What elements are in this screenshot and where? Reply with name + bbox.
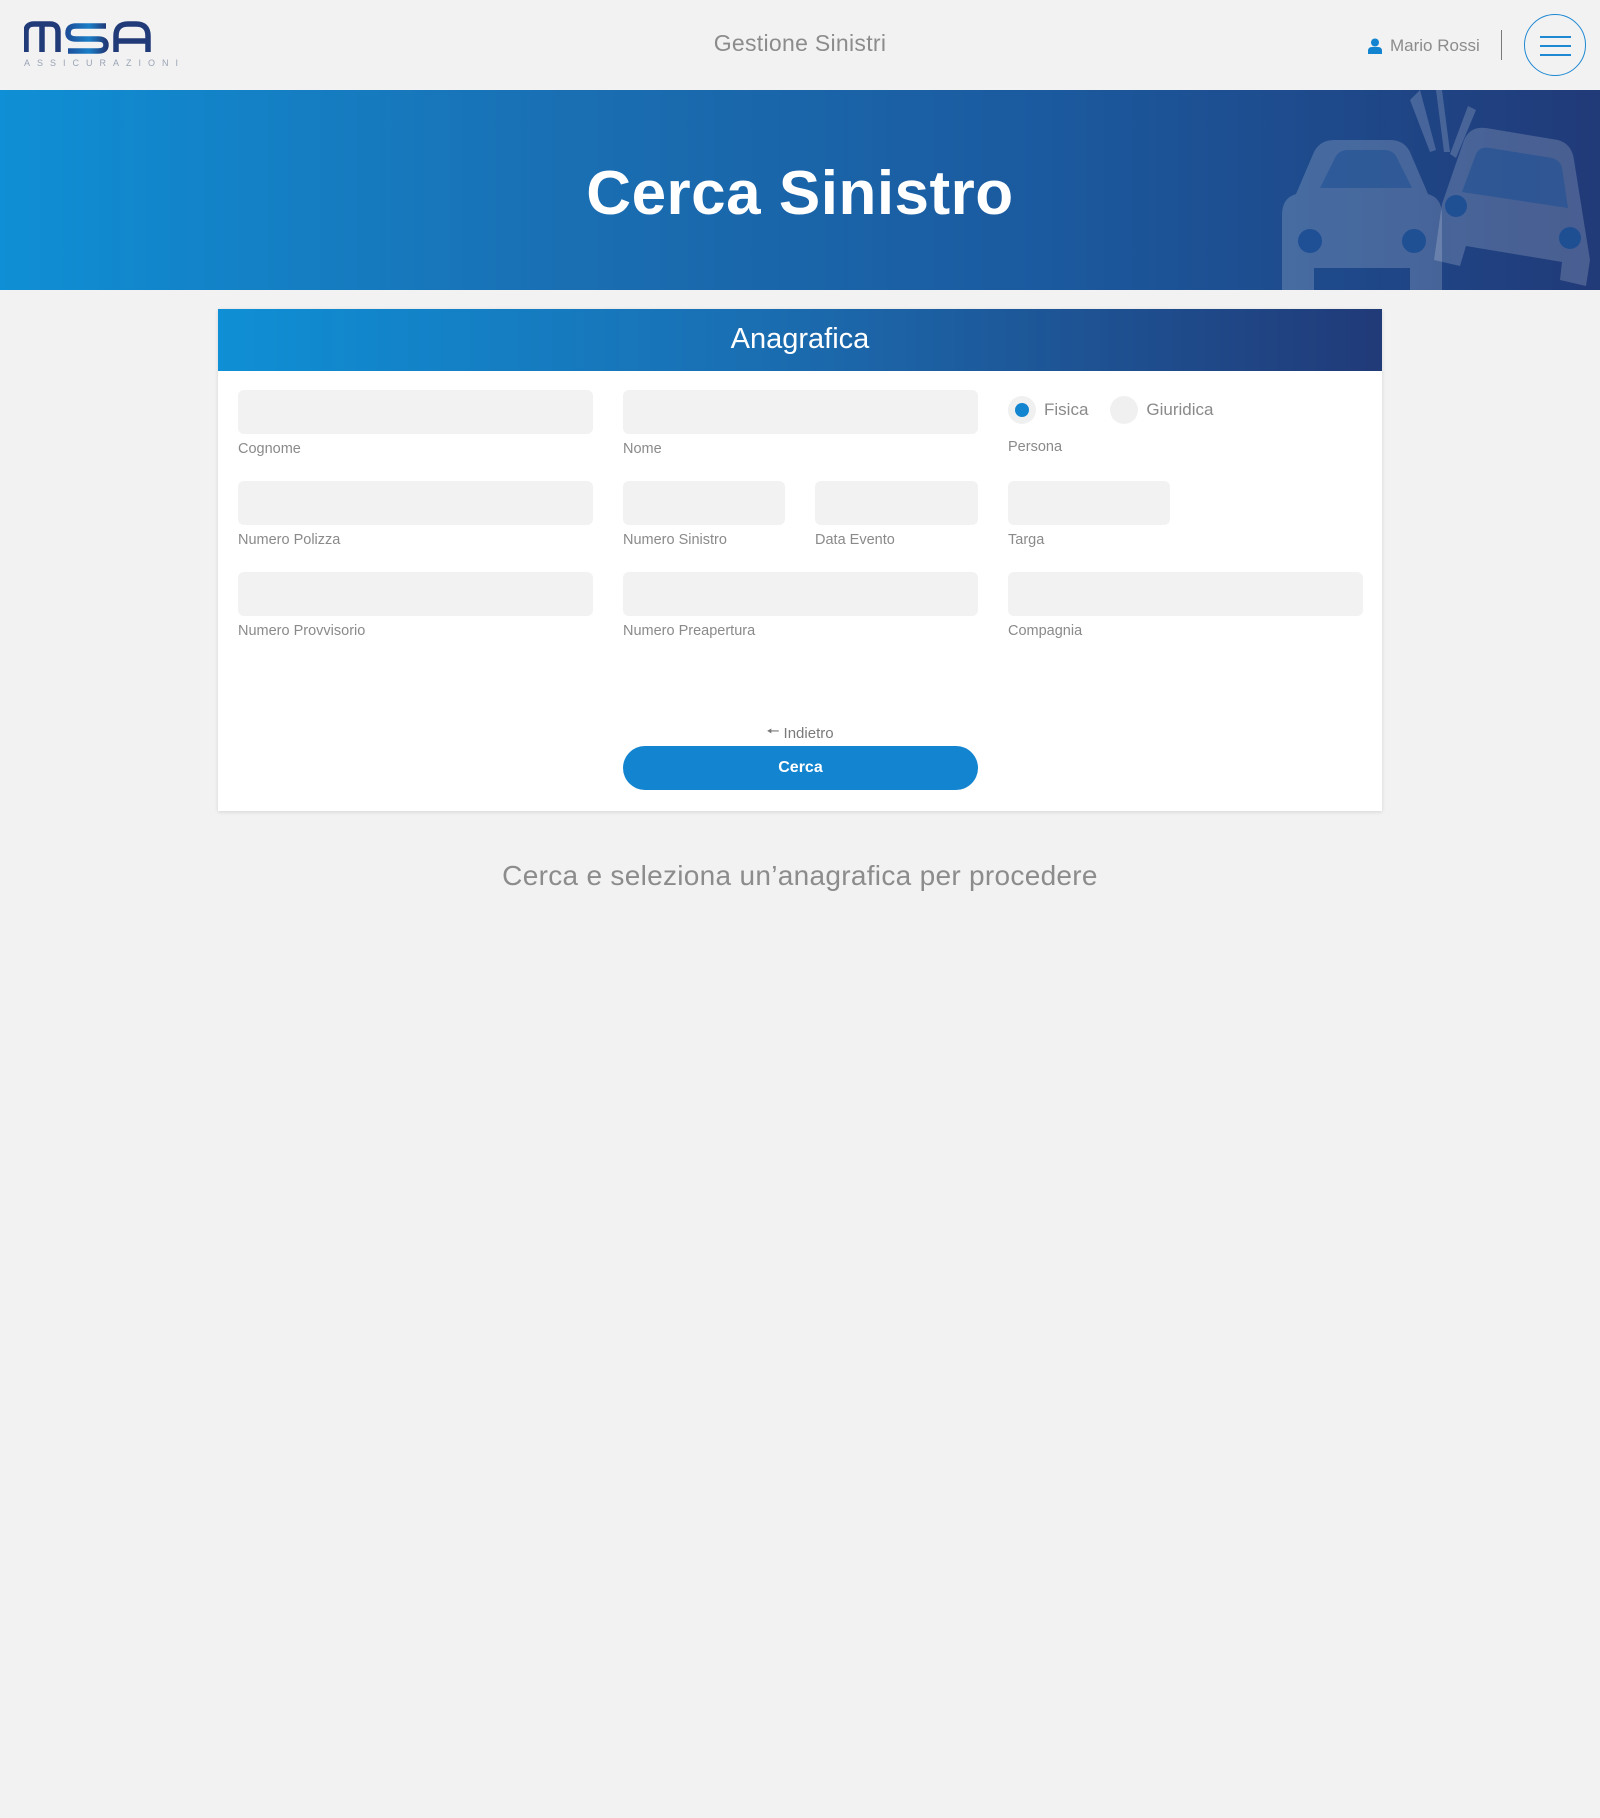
back-link[interactable]: 🠔 Indietro xyxy=(700,721,900,746)
persona-label: Persona xyxy=(1008,439,1063,455)
numero-preapertura-input[interactable] xyxy=(623,572,978,616)
hamburger-menu-button[interactable] xyxy=(1524,14,1586,76)
app-title: Gestione Sinistri xyxy=(713,30,887,56)
user-icon xyxy=(1368,38,1382,54)
user-account[interactable]: Mario Rossi xyxy=(1368,34,1480,58)
data-evento-label: Data Evento xyxy=(815,532,895,548)
numero-polizza-group: Numero Polizza xyxy=(238,481,593,548)
msa-logo[interactable]: ASSICURAZIONI xyxy=(24,18,186,70)
section-title: Anagrafica xyxy=(730,323,870,355)
compagnia-label: Compagnia xyxy=(1008,623,1083,639)
logo-subtitle: ASSICURAZIONI xyxy=(24,58,186,68)
search-button[interactable]: Cerca xyxy=(623,746,978,790)
cognome-group: Cognome xyxy=(238,390,593,457)
car-crash-icon xyxy=(1282,90,1590,290)
numero-polizza-input[interactable] xyxy=(238,481,593,525)
numero-sinistro-group: Numero Sinistro xyxy=(623,481,785,548)
back-label: Indietro xyxy=(783,725,834,742)
user-name: Mario Rossi xyxy=(1390,36,1480,55)
numero-preapertura-group: Numero Preapertura xyxy=(623,572,978,639)
page-title: Cerca Sinistro xyxy=(586,159,1014,228)
nome-label: Nome xyxy=(623,441,662,457)
numero-sinistro-label: Numero Sinistro xyxy=(623,532,727,548)
numero-sinistro-input[interactable] xyxy=(623,481,785,525)
numero-preapertura-label: Numero Preapertura xyxy=(623,623,756,639)
header-divider xyxy=(1501,30,1502,60)
hero-banner: Cerca Sinistro xyxy=(0,90,1600,290)
targa-group: Targa xyxy=(1008,481,1170,548)
cognome-label: Cognome xyxy=(238,441,301,457)
numero-provvisorio-group: Numero Provvisorio xyxy=(238,572,593,639)
top-bar: ASSICURAZIONI Gestione Sinistri Mario Ro… xyxy=(0,0,1600,90)
compagnia-group: Compagnia xyxy=(1008,572,1363,639)
radio-fisica-control[interactable] xyxy=(1008,396,1036,424)
radio-fisica[interactable]: Fisica xyxy=(1008,396,1088,424)
persona-radio-group: Fisica Giuridica xyxy=(1008,396,1214,424)
search-form-card: Anagrafica Cognome Nome Fisica Giuridica… xyxy=(218,309,1382,811)
msa-logo-mark xyxy=(24,21,151,54)
compagnia-input[interactable] xyxy=(1008,572,1363,616)
radio-giuridica[interactable]: Giuridica xyxy=(1110,396,1214,424)
radio-giuridica-label: Giuridica xyxy=(1146,400,1214,419)
numero-provvisorio-label: Numero Provvisorio xyxy=(238,623,366,639)
cognome-input[interactable] xyxy=(238,390,593,434)
data-evento-group: Data Evento xyxy=(815,481,978,548)
numero-provvisorio-input[interactable] xyxy=(238,572,593,616)
data-evento-input[interactable] xyxy=(815,481,978,525)
targa-label: Targa xyxy=(1008,532,1045,548)
radio-fisica-label: Fisica xyxy=(1044,400,1089,419)
nome-input[interactable] xyxy=(623,390,978,434)
nome-group: Nome xyxy=(623,390,978,457)
empty-state-hint: Cerca e seleziona un’anagrafica per proc… xyxy=(502,860,1098,891)
targa-input[interactable] xyxy=(1008,481,1170,525)
arrow-left-icon: 🠔 xyxy=(766,723,780,740)
section-header: Anagrafica xyxy=(218,309,1382,371)
numero-polizza-label: Numero Polizza xyxy=(238,532,341,548)
radio-giuridica-control[interactable] xyxy=(1110,396,1139,424)
